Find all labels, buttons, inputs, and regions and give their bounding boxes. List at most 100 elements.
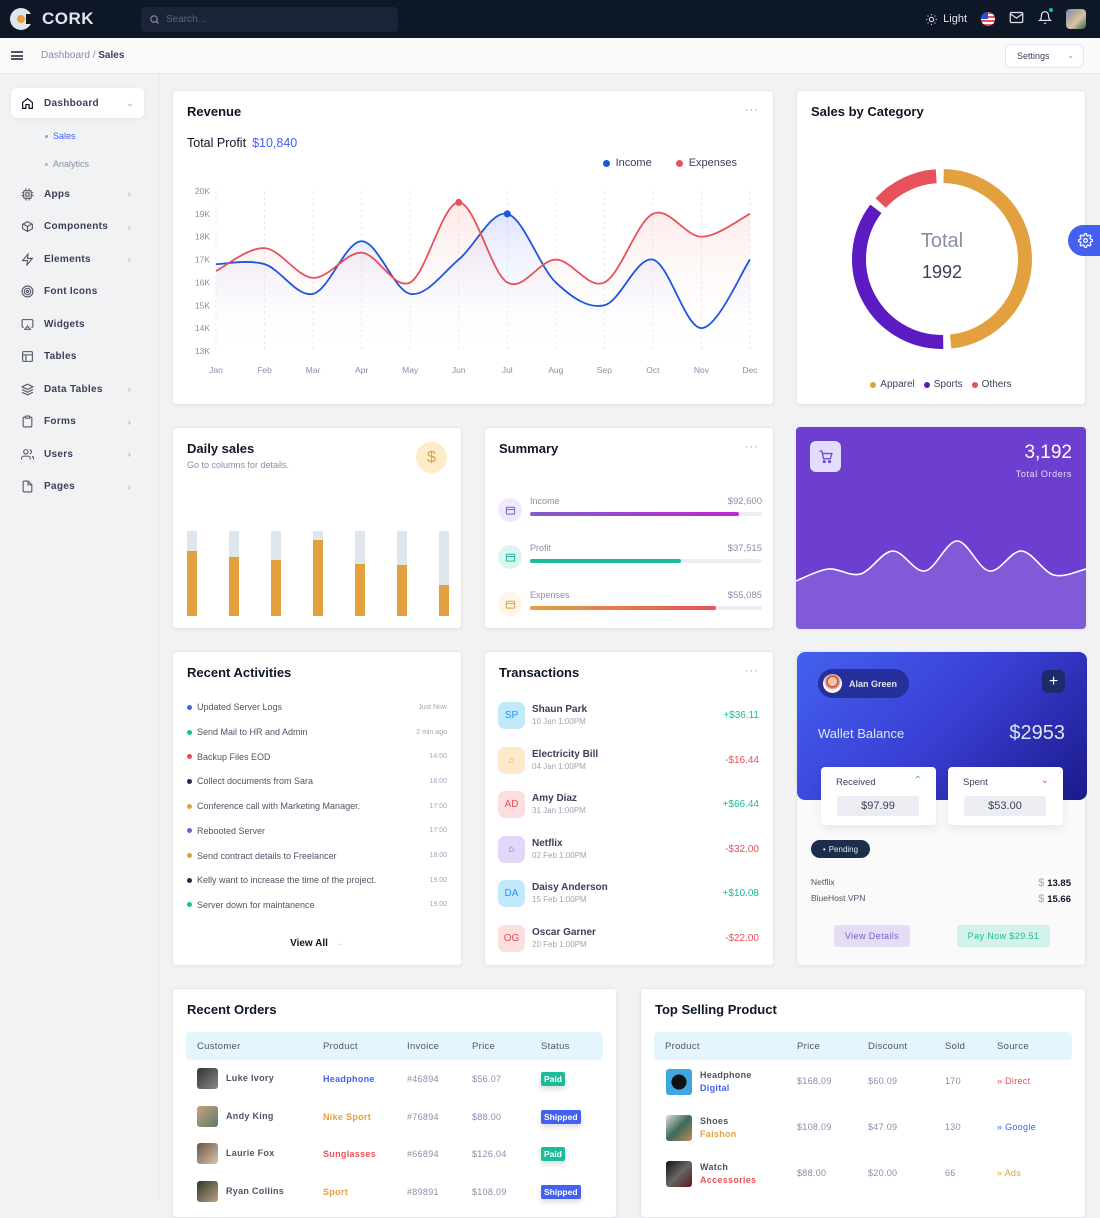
- pending-amount: $13.85: [1038, 877, 1071, 889]
- menu-toggle-icon[interactable]: [11, 51, 23, 60]
- transaction-date: 31 Jan 1:00PM: [532, 806, 586, 815]
- avatar-initials: DA: [498, 880, 525, 907]
- sidebar-item-components[interactable]: Components ›: [0, 211, 159, 244]
- sidebar-item-elements[interactable]: Elements ›: [0, 243, 159, 276]
- source-link[interactable]: » Ads: [997, 1168, 1021, 1178]
- bar-d3[interactable]: [271, 559, 281, 616]
- transaction-item[interactable]: OG Oscar Garner 20 Feb 1:00PM -$22.00: [498, 924, 759, 955]
- more-options-icon[interactable]: ···: [745, 441, 759, 453]
- column-header[interactable]: Customer: [197, 1041, 241, 1052]
- product-name: Headphone: [323, 1074, 375, 1084]
- source-link[interactable]: » Google: [997, 1122, 1036, 1132]
- data-point-income[interactable]: [503, 210, 511, 218]
- column-header[interactable]: Discount: [868, 1041, 907, 1052]
- customizer-toggle-button[interactable]: [1068, 225, 1100, 256]
- sidebar-item-pages[interactable]: Pages ›: [0, 471, 159, 504]
- mail-icon[interactable]: [1009, 11, 1024, 27]
- transaction-item[interactable]: DA Daisy Anderson 15 Feb 1:00PM +$10.08: [498, 880, 759, 910]
- sidebar-item-font-icons[interactable]: Font Icons: [0, 276, 159, 309]
- transaction-item[interactable]: ⌂ Netflix 02 Feb 1:00PM -$32.00: [498, 835, 759, 866]
- card-subtitle: Go to columns for details.: [187, 460, 290, 470]
- donut-slice-others[interactable]: [875, 169, 937, 208]
- logo[interactable]: CORK: [10, 8, 130, 30]
- total-orders-value: 3,192: [1024, 442, 1072, 463]
- column-header[interactable]: Invoice: [407, 1041, 439, 1052]
- column-header[interactable]: Status: [541, 1041, 570, 1052]
- view-details-button[interactable]: View Details: [834, 925, 910, 947]
- donut-slice-apparel[interactable]: [943, 169, 1032, 349]
- bar-d4[interactable]: [313, 540, 323, 616]
- price: $108.09: [797, 1122, 832, 1132]
- column-header[interactable]: Product: [665, 1041, 700, 1052]
- y-tick-label: 14K: [195, 323, 210, 333]
- column-header[interactable]: Source: [997, 1041, 1029, 1052]
- chevron-right-icon: ›: [127, 416, 131, 427]
- table-row[interactable]: Laurie Fox Sunglasses #66894 $126.04 Paid: [186, 1138, 603, 1175]
- sidebar-item-forms[interactable]: Forms ›: [0, 406, 159, 439]
- bar-background: [397, 531, 407, 616]
- legend-item-income[interactable]: Income: [602, 157, 652, 169]
- column-header[interactable]: Price: [472, 1041, 495, 1052]
- x-tick-label: May: [402, 365, 419, 375]
- column-header[interactable]: Sold: [945, 1041, 965, 1052]
- column-header[interactable]: Product: [323, 1041, 358, 1052]
- sidebar-item-tables[interactable]: Tables: [0, 341, 159, 374]
- theme-toggle[interactable]: Light: [925, 13, 967, 26]
- table-row[interactable]: Watch Accessories $88.00 $20.00 66 » Ads: [654, 1159, 1072, 1203]
- view-all-link[interactable]: View All →: [173, 938, 461, 949]
- legend-item-apparel[interactable]: Apparel: [870, 379, 915, 390]
- more-options-icon[interactable]: ···: [745, 104, 759, 116]
- breadcrumb-parent[interactable]: Dashboard: [41, 50, 90, 61]
- card-title: Transactions: [499, 665, 580, 680]
- bar-d6[interactable]: [397, 565, 407, 616]
- bar-d1[interactable]: [187, 551, 197, 616]
- sidebar-item-data-tables[interactable]: Data Tables ›: [0, 373, 159, 406]
- sidebar-item-widgets[interactable]: Widgets: [0, 308, 159, 341]
- transaction-item[interactable]: AD Amy Diaz 31 Jan 1:00PM +$66.44: [498, 791, 759, 821]
- profit-label: Total Profit: [187, 136, 247, 150]
- transaction-item[interactable]: SP Shaun Park 10 Jan 1:00PM +$36.11: [498, 702, 759, 732]
- chevron-down-icon: ⌄: [1067, 51, 1074, 60]
- bar-background: [271, 531, 281, 616]
- user-avatar[interactable]: [1066, 9, 1086, 29]
- settings-dropdown[interactable]: Settings ⌄: [1005, 43, 1084, 68]
- progress-track: [530, 559, 762, 563]
- table-row[interactable]: Luke Ivory Headphone #46894 $56.07 Paid: [186, 1063, 603, 1100]
- customer-name: Laurie Fox: [226, 1148, 275, 1158]
- table-row[interactable]: Shoes Faishon $108.09 $47.09 130 » Google: [654, 1113, 1072, 1157]
- bar-d7[interactable]: [439, 585, 449, 616]
- legend-item-expenses[interactable]: Expenses: [675, 157, 737, 169]
- more-options-icon[interactable]: ···: [745, 665, 759, 677]
- data-point-expenses[interactable]: [455, 198, 463, 206]
- activity-text: Server down for maintanence: [197, 899, 315, 910]
- add-button[interactable]: +: [1042, 670, 1065, 693]
- pay-now-button[interactable]: Pay Now $29.51: [957, 925, 1050, 947]
- us-flag-icon[interactable]: [981, 12, 995, 26]
- chevron-down-icon: ⌄: [126, 97, 134, 108]
- sidebar-item-apps[interactable]: Apps ›: [0, 178, 159, 211]
- sidebar-item-users[interactable]: Users ›: [0, 438, 159, 471]
- bar-d2[interactable]: [229, 557, 239, 616]
- sidebar-subitem-sales[interactable]: Sales: [0, 122, 159, 150]
- transaction-item[interactable]: ⌂ Electricity Bill 04 Jan 1:00PM -$16.44: [498, 746, 759, 777]
- dollar-icon: $: [416, 442, 447, 473]
- user-chip[interactable]: Alan Green: [818, 669, 909, 698]
- table-row[interactable]: Andy King Nike Sport #76894 $88.00 Shipped: [186, 1101, 603, 1138]
- search-bar[interactable]: [141, 6, 398, 32]
- sidebar-item-label: Widgets: [44, 318, 85, 330]
- table-row[interactable]: Ryan Collins Sport #89891 $108.09 Shipped: [186, 1176, 603, 1213]
- chart-legend: Income Expenses: [602, 157, 737, 169]
- sidebar-subitem-analytics[interactable]: Analytics: [0, 150, 159, 178]
- legend-item-sports[interactable]: Sports: [923, 379, 963, 390]
- bell-icon[interactable]: [1037, 8, 1053, 28]
- sidebar-item-dashboard[interactable]: Dashboard ⌄: [11, 88, 144, 118]
- table-row[interactable]: Headphone Digital $168.09 $60.09 170 » Direct: [654, 1067, 1072, 1111]
- sidebar-item-label: Elements: [44, 253, 91, 265]
- bar-d5[interactable]: [355, 564, 365, 616]
- search-input[interactable]: [166, 13, 386, 25]
- price: $108.09: [472, 1186, 507, 1197]
- source-link[interactable]: » Direct: [997, 1076, 1030, 1086]
- legend-item-others[interactable]: Others: [971, 379, 1012, 390]
- price: $126.04: [472, 1149, 507, 1159]
- column-header[interactable]: Price: [797, 1041, 820, 1052]
